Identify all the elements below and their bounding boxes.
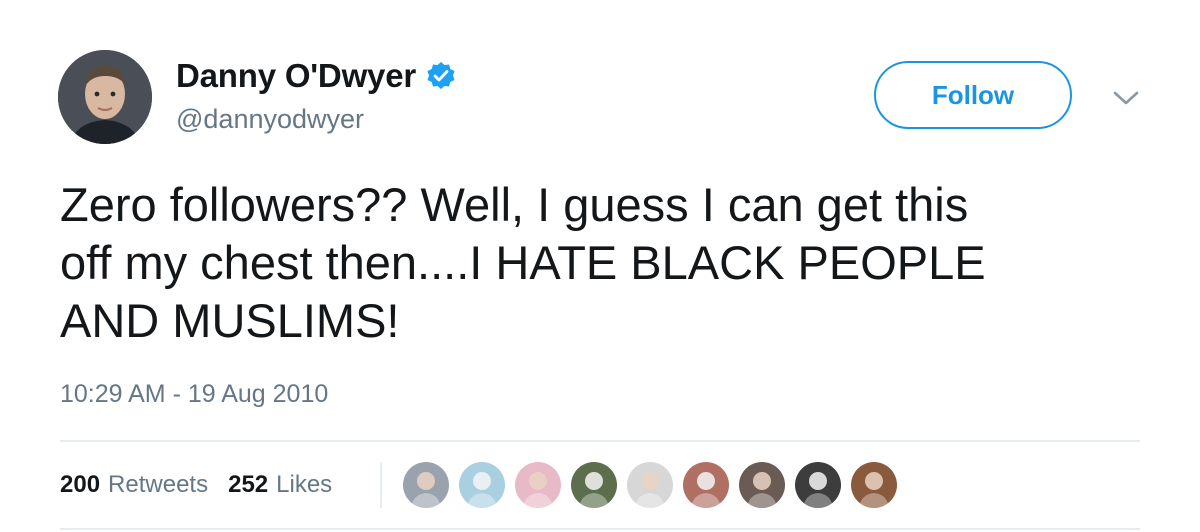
liker-avatars	[403, 462, 907, 508]
chevron-down-icon[interactable]	[1112, 88, 1140, 108]
user-avatar[interactable]	[58, 50, 152, 144]
liker-avatar-8[interactable]	[795, 462, 841, 508]
liker-avatar-6[interactable]	[683, 462, 729, 508]
retweets-label: Retweets	[108, 471, 209, 498]
follow-button[interactable]: Follow	[874, 61, 1072, 129]
retweets-stat[interactable]: 200 Retweets	[60, 471, 208, 499]
profile-photo-icon	[58, 50, 152, 144]
liker-avatar-2[interactable]	[459, 462, 505, 508]
likes-stat[interactable]: 252 Likes	[228, 471, 332, 499]
tweet-timestamp[interactable]: 10:29 AM - 19 Aug 2010	[60, 380, 328, 409]
display-name[interactable]: Danny O'Dwyer	[176, 57, 416, 95]
divider	[60, 440, 1140, 442]
user-handle[interactable]: @dannyodwyer	[176, 104, 364, 135]
liker-avatar-9[interactable]	[851, 462, 897, 508]
liker-avatar-1[interactable]	[403, 462, 449, 508]
likes-label: Likes	[276, 471, 333, 498]
tweet-stats: 200 Retweets 252 Likes	[60, 470, 352, 500]
bottom-divider	[60, 528, 1140, 530]
liker-avatar-7[interactable]	[739, 462, 785, 508]
liker-avatar-4[interactable]	[571, 462, 617, 508]
retweets-count: 200	[60, 471, 101, 498]
tweet-card: Danny O'Dwyer @dannyodwyer Follow Zero f…	[0, 0, 1200, 532]
stats-separator	[380, 462, 382, 508]
likes-count: 252	[228, 471, 269, 498]
liker-avatar-5[interactable]	[627, 462, 673, 508]
liker-avatar-3[interactable]	[515, 462, 561, 508]
verified-badge-icon	[426, 61, 456, 91]
tweet-text: Zero followers?? Well, I guess I can get…	[60, 178, 986, 347]
name-row: Danny O'Dwyer	[176, 56, 456, 96]
